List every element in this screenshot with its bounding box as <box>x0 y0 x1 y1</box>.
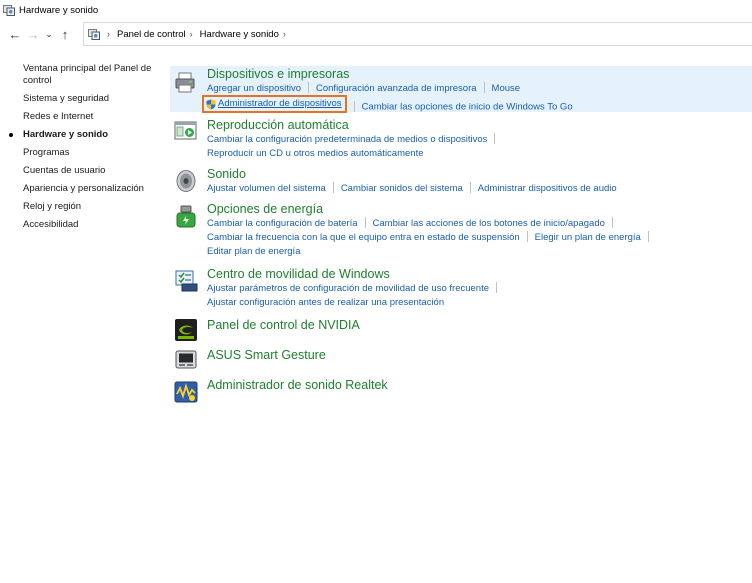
link-change-default-media-settings[interactable]: Cambiar la configuración predeterminada … <box>207 134 487 145</box>
link-change-system-sounds[interactable]: Cambiar sonidos del sistema <box>341 183 463 194</box>
nav-appearance[interactable]: Apariencia y personalización <box>23 183 163 195</box>
link-change-battery-settings[interactable]: Cambiar la configuración de batería <box>207 218 358 229</box>
title-bar: Hardware y sonido <box>0 0 752 20</box>
category-title[interactable]: Reproducción automática <box>207 118 752 133</box>
address-bar[interactable]: › Panel de control › Hardware y sonido › <box>83 22 752 46</box>
link-separator <box>526 231 528 242</box>
device-manager-focus-box[interactable]: Administrador de dispositivos <box>202 95 347 113</box>
link-play-cd-automatically[interactable]: Reproducir un CD u otros medios automáti… <box>207 148 424 159</box>
link-separator <box>469 182 471 193</box>
uac-shield-icon <box>206 99 216 110</box>
back-arrow-icon[interactable]: ← <box>6 24 24 44</box>
category-list: Dispositivos e impresoras Agregar un dis… <box>170 66 752 408</box>
nav-programs[interactable]: Programas <box>23 147 163 159</box>
navigation-bar: ← → ⌄ ↑ › Panel de control › Hardware y … <box>0 22 752 46</box>
category-title[interactable]: Centro de movilidad de Windows <box>207 267 752 282</box>
category-title[interactable]: Opciones de energía <box>207 202 752 217</box>
breadcrumb-chevron-icon[interactable]: › <box>107 29 110 39</box>
link-separator <box>364 217 366 228</box>
category-title[interactable]: Administrador de sonido Realtek <box>207 378 752 393</box>
nav-clock-region[interactable]: Reloj y región <box>23 201 163 213</box>
link-adjust-mobility-settings[interactable]: Ajustar parámetros de configuración de m… <box>207 283 489 294</box>
window-title: Hardware y sonido <box>19 4 99 16</box>
left-navigation: Ventana principal del Panel de control S… <box>9 63 163 237</box>
link-manage-audio-devices[interactable]: Administrar dispositivos de audio <box>478 183 617 194</box>
nav-control-panel-home[interactable]: Ventana principal del Panel de control <box>23 63 163 87</box>
link-separator <box>483 82 485 93</box>
breadcrumb-control-panel[interactable]: Panel de control <box>117 29 186 40</box>
link-mouse[interactable]: Mouse <box>492 83 521 94</box>
category-title[interactable]: ASUS Smart Gesture <box>207 348 752 363</box>
category-sound: Sonido Ajustar volumen del sistema Cambia… <box>170 167 752 200</box>
link-separator <box>496 282 497 293</box>
category-mobility-center: Centro de movilidad de Windows Ajustar p… <box>170 267 752 310</box>
link-choose-power-plan[interactable]: Elegir un plan de energía <box>535 232 641 243</box>
link-device-manager[interactable]: Administrador de dispositivos <box>218 97 342 111</box>
printer-icon <box>174 71 198 95</box>
link-change-power-buttons[interactable]: Cambiar las acciones de los botones de i… <box>373 218 605 229</box>
category-title[interactable]: Dispositivos e impresoras <box>207 67 752 82</box>
category-devices-printers: Dispositivos e impresoras Agregar un dis… <box>170 66 752 113</box>
category-realtek-sound: Administrador de sonido Realtek <box>170 378 752 408</box>
recent-locations-chevron-icon[interactable]: ⌄ <box>42 24 56 44</box>
link-edit-power-plan[interactable]: Editar plan de energía <box>207 246 300 257</box>
category-power-options: Opciones de energía Cambiar la configura… <box>170 202 752 262</box>
link-adjust-system-volume[interactable]: Ajustar volumen del sistema <box>207 183 326 194</box>
nav-user-accounts[interactable]: Cuentas de usuario <box>23 165 163 177</box>
link-adjust-presentation-settings[interactable]: Ajustar configuración antes de realizar … <box>207 297 444 308</box>
link-separator <box>494 133 496 144</box>
power-options-icon <box>174 205 198 229</box>
category-title[interactable]: Sonido <box>207 167 752 182</box>
link-separator <box>647 231 649 242</box>
breadcrumb-chevron-icon[interactable]: › <box>190 29 193 39</box>
forward-arrow-icon[interactable]: → <box>24 24 42 44</box>
control-panel-icon <box>3 4 15 16</box>
breadcrumb-chevron-icon[interactable]: › <box>283 29 286 39</box>
up-arrow-icon[interactable]: ↑ <box>56 24 74 44</box>
nvidia-icon <box>174 318 198 342</box>
link-add-device[interactable]: Agregar un dispositivo <box>207 83 301 94</box>
link-separator <box>611 217 613 228</box>
breadcrumb-hardware-sound[interactable]: Hardware y sonido <box>200 29 279 40</box>
autoplay-icon <box>174 120 198 144</box>
category-autoplay: Reproducción automática Cambiar la confi… <box>170 118 752 164</box>
nav-accessibility[interactable]: Accesibilidad <box>23 219 163 231</box>
category-asus-smart-gesture: ASUS Smart Gesture <box>170 348 752 378</box>
nav-network-internet[interactable]: Redes e Internet <box>23 111 163 123</box>
category-nvidia: Panel de control de NVIDIA <box>170 318 752 348</box>
control-panel-icon <box>88 28 100 40</box>
nav-system-security[interactable]: Sistema y seguridad <box>23 93 163 105</box>
speaker-icon <box>174 169 198 193</box>
nav-hardware-sound: Hardware y sonido <box>9 129 163 141</box>
link-separator <box>308 82 309 93</box>
link-windows-to-go-options[interactable]: Cambiar las opciones de inicio de Window… <box>362 102 573 113</box>
touchpad-icon <box>174 348 198 372</box>
category-title[interactable]: Panel de control de NVIDIA <box>207 318 752 333</box>
realtek-icon <box>174 380 198 404</box>
link-separator <box>353 100 355 112</box>
mobility-center-icon <box>174 269 198 293</box>
link-change-sleep-frequency[interactable]: Cambiar la frecuencia con la que el equi… <box>207 232 520 243</box>
link-advanced-printer-setup[interactable]: Configuración avanzada de impresora <box>316 83 477 94</box>
link-separator <box>332 182 334 193</box>
